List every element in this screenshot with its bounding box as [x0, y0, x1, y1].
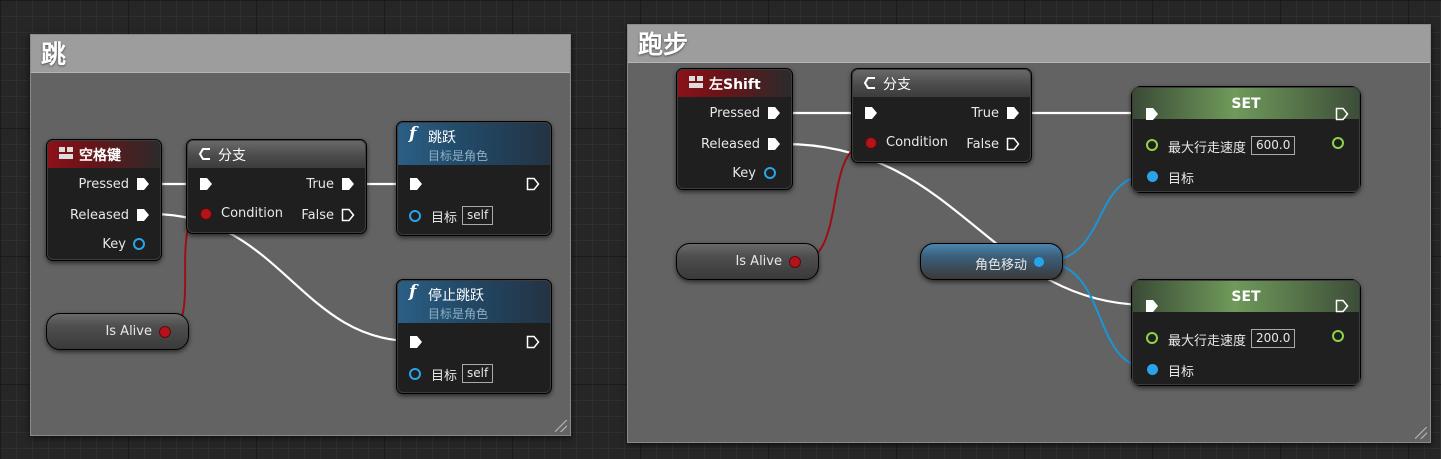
pin-label-pressed: Pressed	[78, 177, 129, 192]
exec-out-pressed[interactable]	[136, 177, 150, 191]
pin-label-pressed: Pressed	[709, 106, 760, 121]
pin-label-released: Released	[69, 208, 129, 223]
function-icon: f	[409, 124, 417, 144]
key-out-pin[interactable]	[764, 167, 776, 179]
pin-label-max-walk-speed: 最大行走速度	[1168, 141, 1247, 156]
max-walk-speed-input[interactable]: 200.0	[1251, 329, 1296, 348]
target-pin[interactable]	[1147, 364, 1158, 375]
is-alive-getter-run[interactable]: Is Alive	[676, 243, 819, 280]
pin-label-condition: Condition	[221, 206, 284, 221]
pin-label-key: Key	[102, 237, 126, 252]
getter-label: 角色移动	[974, 258, 1027, 273]
getter-label: Is Alive	[105, 324, 152, 339]
pin-label-false: False	[301, 208, 334, 223]
exec-in[interactable]	[409, 335, 423, 349]
target-value-field[interactable]: self	[462, 206, 494, 225]
node-subtitle: 目标是角色	[428, 149, 489, 163]
exec-out-false[interactable]	[341, 208, 355, 222]
branch-icon	[197, 146, 213, 162]
target-pin[interactable]	[409, 210, 421, 222]
node-title: 停止跳跃	[428, 288, 484, 304]
pin-label-condition: Condition	[886, 135, 949, 150]
branch-node-run[interactable]: 分支 Condition True False	[851, 68, 1032, 163]
max-walk-speed-input[interactable]: 600.0	[1251, 136, 1296, 155]
node-title: 左Shift	[709, 77, 761, 93]
pin-label-target: 目标	[431, 369, 458, 384]
pin-label-true: True	[306, 177, 334, 192]
pin-label-max-walk-speed: 最大行走速度	[1168, 334, 1247, 349]
key-node-left-shift[interactable]: 左Shift Pressed Released Key	[676, 68, 793, 190]
function-node-jump[interactable]: f 跳跃 目标是角色 目标 self	[396, 121, 552, 236]
node-subtitle: 目标是角色	[428, 307, 489, 321]
exec-wire	[782, 142, 1150, 307]
pin-label-target: 目标	[431, 211, 458, 226]
exec-in[interactable]	[1145, 299, 1159, 313]
exec-out-true[interactable]	[1006, 106, 1020, 120]
branch-node-jump[interactable]: 分支 Condition True False	[186, 139, 367, 234]
bool-out-pin[interactable]	[790, 257, 800, 267]
node-header	[187, 140, 366, 168]
target-value-field[interactable]: self	[462, 364, 494, 383]
exec-out-released[interactable]	[767, 137, 781, 151]
exec-out[interactable]	[526, 177, 540, 191]
pin-label-released: Released	[700, 137, 760, 152]
node-title: 跳跃	[428, 130, 456, 146]
pin-label-target: 目标	[1168, 172, 1195, 187]
node-title: SET	[1231, 96, 1261, 112]
exec-out-released[interactable]	[136, 208, 150, 222]
pin-label-target: 目标	[1168, 365, 1195, 380]
exec-out[interactable]	[1335, 107, 1349, 121]
node-title: SET	[1231, 289, 1261, 305]
function-icon: f	[409, 282, 417, 302]
exec-in[interactable]	[199, 177, 213, 191]
set-node-speed-200[interactable]: SET 最大行走速度 200.0 目标	[1131, 279, 1361, 386]
keyboard-icon	[58, 146, 74, 160]
float-out-pin[interactable]	[1332, 137, 1344, 149]
target-pin[interactable]	[409, 368, 421, 380]
exec-out-false[interactable]	[1006, 137, 1020, 151]
target-pin[interactable]	[1147, 171, 1158, 182]
node-header	[852, 69, 1031, 97]
condition-pin[interactable]	[866, 138, 876, 148]
float-in-pin[interactable]	[1146, 332, 1158, 344]
character-movement-getter[interactable]: 角色移动	[920, 243, 1063, 280]
node-title: 分支	[883, 77, 911, 93]
float-out-pin[interactable]	[1332, 330, 1344, 342]
node-title: 空格键	[79, 148, 121, 164]
keyboard-icon	[688, 75, 704, 89]
branch-icon	[862, 75, 878, 91]
key-node-space[interactable]: 空格键 Pressed Released Key	[46, 139, 162, 261]
getter-label: Is Alive	[735, 254, 782, 269]
condition-pin[interactable]	[201, 209, 211, 219]
exec-in[interactable]	[409, 177, 423, 191]
exec-in[interactable]	[864, 106, 878, 120]
key-out-pin[interactable]	[133, 238, 145, 250]
float-in-pin[interactable]	[1146, 139, 1158, 151]
exec-out[interactable]	[526, 335, 540, 349]
exec-out-true[interactable]	[341, 177, 355, 191]
exec-out[interactable]	[1335, 299, 1349, 313]
exec-out-pressed[interactable]	[767, 106, 781, 120]
object-out-pin[interactable]	[1034, 257, 1044, 267]
exec-in[interactable]	[1145, 107, 1159, 121]
bool-out-pin[interactable]	[160, 327, 170, 337]
node-title: 分支	[218, 148, 246, 164]
pin-label-key: Key	[732, 166, 756, 181]
set-node-speed-600[interactable]: SET 最大行走速度 600.0 目标	[1131, 86, 1361, 193]
pin-label-true: True	[971, 106, 999, 121]
function-node-stop-jump[interactable]: f 停止跳跃 目标是角色 目标 self	[396, 279, 552, 394]
pin-label-false: False	[966, 137, 999, 152]
is-alive-getter-jump[interactable]: Is Alive	[46, 313, 189, 350]
